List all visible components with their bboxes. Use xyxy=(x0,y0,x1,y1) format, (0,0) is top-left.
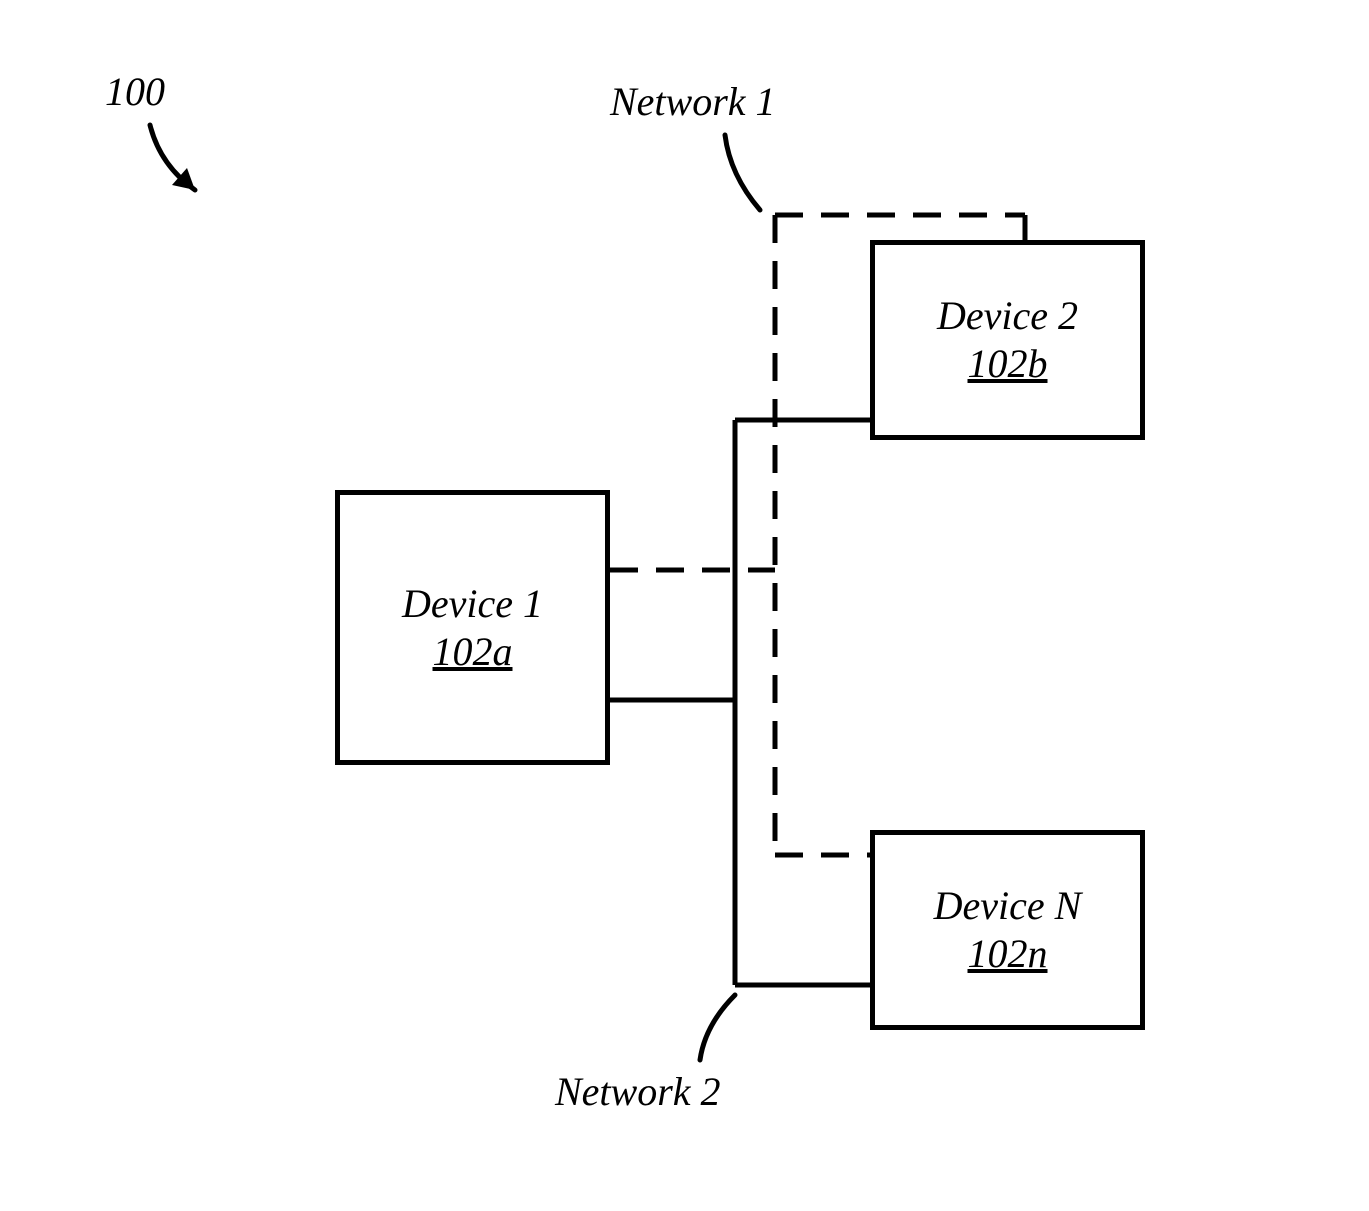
network-2-lines xyxy=(0,0,1369,1211)
diagram-stage: 100 Network 1 Network 2 Device 1 102a De… xyxy=(0,0,1369,1211)
